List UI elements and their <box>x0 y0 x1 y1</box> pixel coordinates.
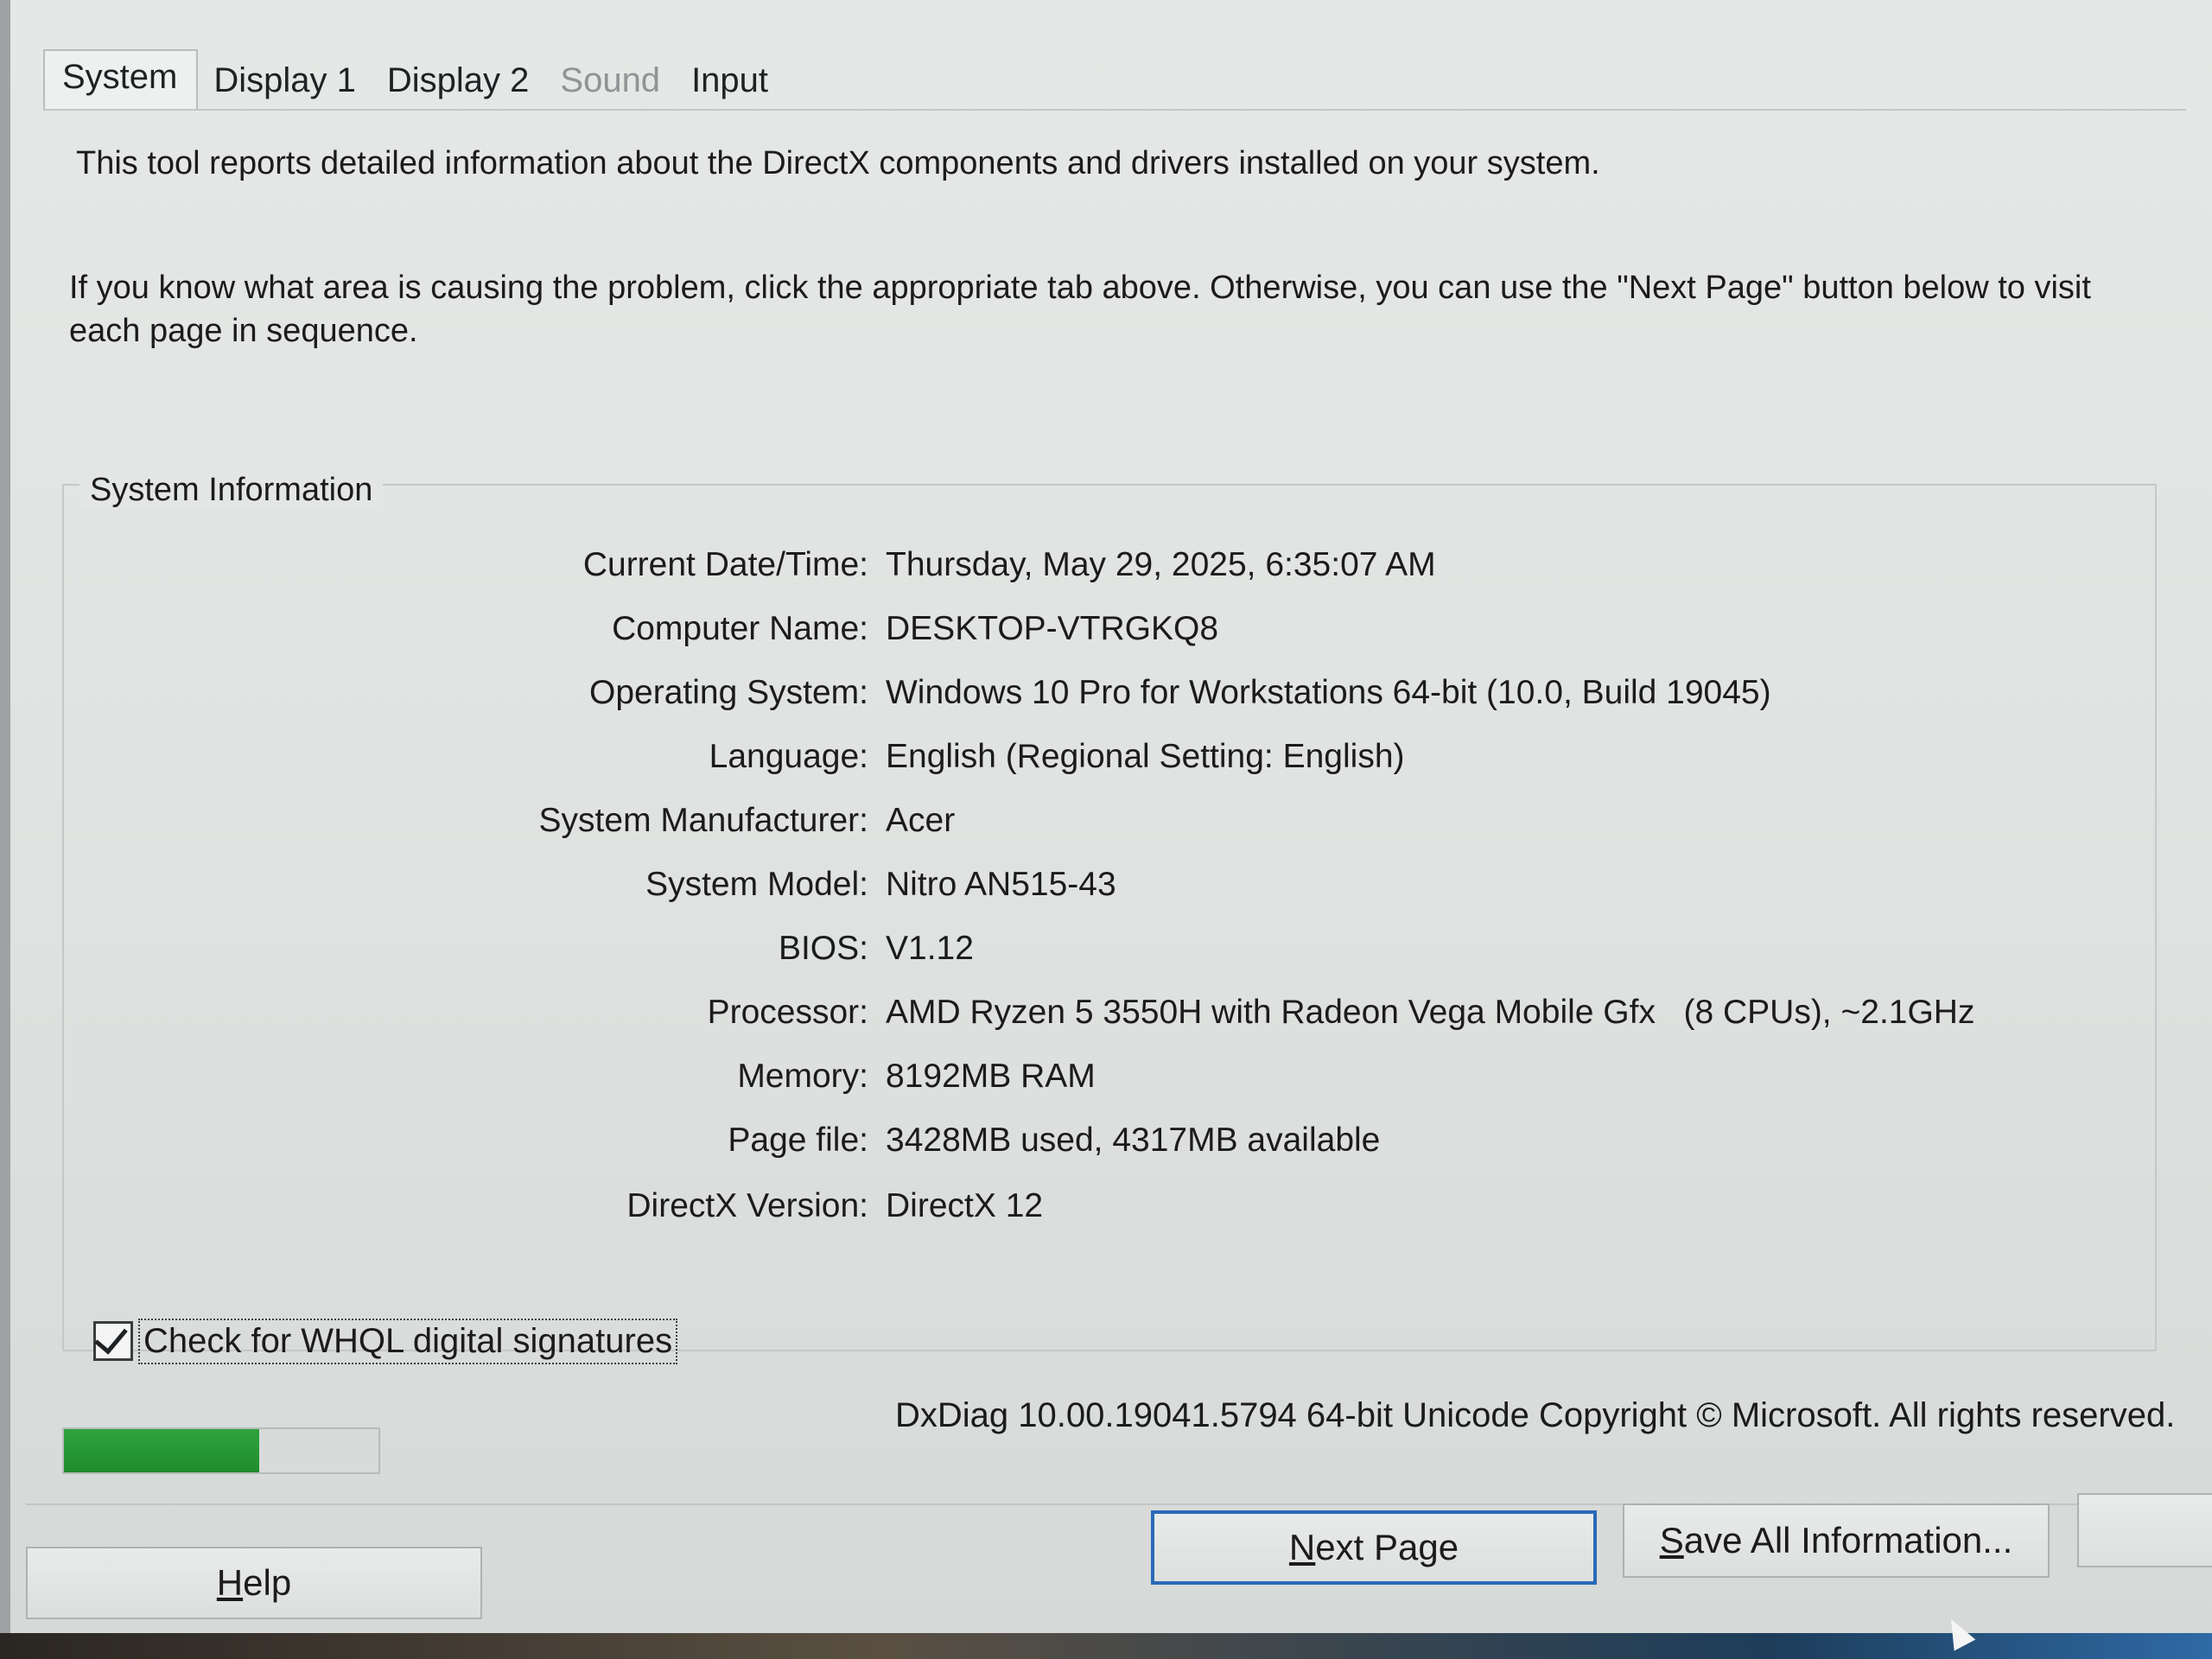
checkbox-box[interactable] <box>93 1319 133 1361</box>
info-label: BIOS: <box>778 930 868 967</box>
info-value: Windows 10 Pro for Workstations 64-bit (… <box>886 674 1771 711</box>
info-label: Page file: <box>728 1122 868 1159</box>
intro-instructions: If you know what area is causing the pro… <box>69 270 2091 349</box>
next-page-button[interactable]: Next Page <box>1151 1510 1597 1585</box>
exit-button[interactable] <box>2077 1493 2212 1567</box>
save-button-label: Save All Information... <box>1659 1520 2013 1560</box>
version-copyright: DxDiag 10.00.19041.5794 64-bit Unicode C… <box>895 1396 2176 1434</box>
tab-bar: System Display 1 Display 2 Sound Input <box>43 49 784 111</box>
info-value: DESKTOP-VTRGKQ8 <box>886 610 1219 647</box>
info-row-bios: BIOS: V1.12 <box>0 930 2212 982</box>
info-label: Memory: <box>737 1058 868 1095</box>
info-value: DirectX 12 <box>886 1187 1044 1224</box>
whql-checkbox[interactable]: Check for WHQL digital signatures <box>93 1317 678 1365</box>
checkmark-icon <box>94 1319 128 1355</box>
info-row-operating-system: Operating System: Windows 10 Pro for Wor… <box>0 674 2212 726</box>
info-row-memory: Memory: 8192MB RAM <box>0 1058 2212 1109</box>
info-row-directx-version: DirectX Version: DirectX 12 <box>0 1187 2212 1239</box>
info-value: 3428MB used, 4317MB available <box>886 1122 1381 1159</box>
info-row-processor: Processor: AMD Ryzen 5 3550H with Radeon… <box>0 994 2212 1046</box>
info-label: System Manufacturer: <box>538 802 868 839</box>
intro-text: This tool reports detailed information a… <box>76 145 1600 181</box>
info-value: English (Regional Setting: English) <box>886 738 1405 775</box>
info-label: Processor: <box>707 994 868 1031</box>
info-value: Thursday, May 29, 2025, 6:35:07 AM <box>886 546 1436 583</box>
save-all-information-button[interactable]: Save All Information... <box>1623 1503 2050 1578</box>
next-page-button-label: Next Page <box>1288 1527 1459 1567</box>
group-title: System Information <box>79 472 384 509</box>
info-value: V1.12 <box>886 930 974 967</box>
info-label: System Model: <box>645 866 868 903</box>
desktop-background <box>0 1633 2212 1659</box>
help-button[interactable]: Help <box>26 1547 482 1619</box>
tab-system[interactable]: System <box>43 49 199 111</box>
info-label: DirectX Version: <box>626 1187 868 1224</box>
info-value: 8192MB RAM <box>886 1058 1096 1095</box>
info-row-datetime: Current Date/Time: Thursday, May 29, 202… <box>0 546 2212 598</box>
info-label: Language: <box>709 738 868 775</box>
progress-fill <box>64 1429 259 1472</box>
tab-display-2[interactable]: Display 2 <box>372 56 545 111</box>
progress-bar <box>62 1427 380 1474</box>
tab-display-1[interactable]: Display 1 <box>198 56 372 111</box>
info-label: Current Date/Time: <box>582 546 868 583</box>
dxdiag-window: System Display 1 Display 2 Sound Input T… <box>0 0 2212 1633</box>
info-label: Operating System: <box>589 674 868 711</box>
info-value: AMD Ryzen 5 3550H with Radeon Vega Mobil… <box>886 994 1975 1031</box>
info-value: Nitro AN515-43 <box>886 866 1116 903</box>
info-label: Computer Name: <box>612 610 868 647</box>
tab-input[interactable]: Input <box>676 56 784 111</box>
info-row-page-file: Page file: 3428MB used, 4317MB available <box>0 1122 2212 1173</box>
info-row-manufacturer: System Manufacturer: Acer <box>0 802 2212 854</box>
whql-checkbox-label[interactable]: Check for WHQL digital signatures <box>138 1318 678 1364</box>
tab-sound[interactable]: Sound <box>544 56 676 111</box>
info-value: Acer <box>886 802 956 839</box>
info-row-model: System Model: Nitro AN515-43 <box>0 866 2212 918</box>
help-button-label: Help <box>216 1562 292 1603</box>
info-row-computer-name: Computer Name: DESKTOP-VTRGKQ8 <box>0 610 2212 662</box>
info-row-language: Language: English (Regional Setting: Eng… <box>0 738 2212 790</box>
